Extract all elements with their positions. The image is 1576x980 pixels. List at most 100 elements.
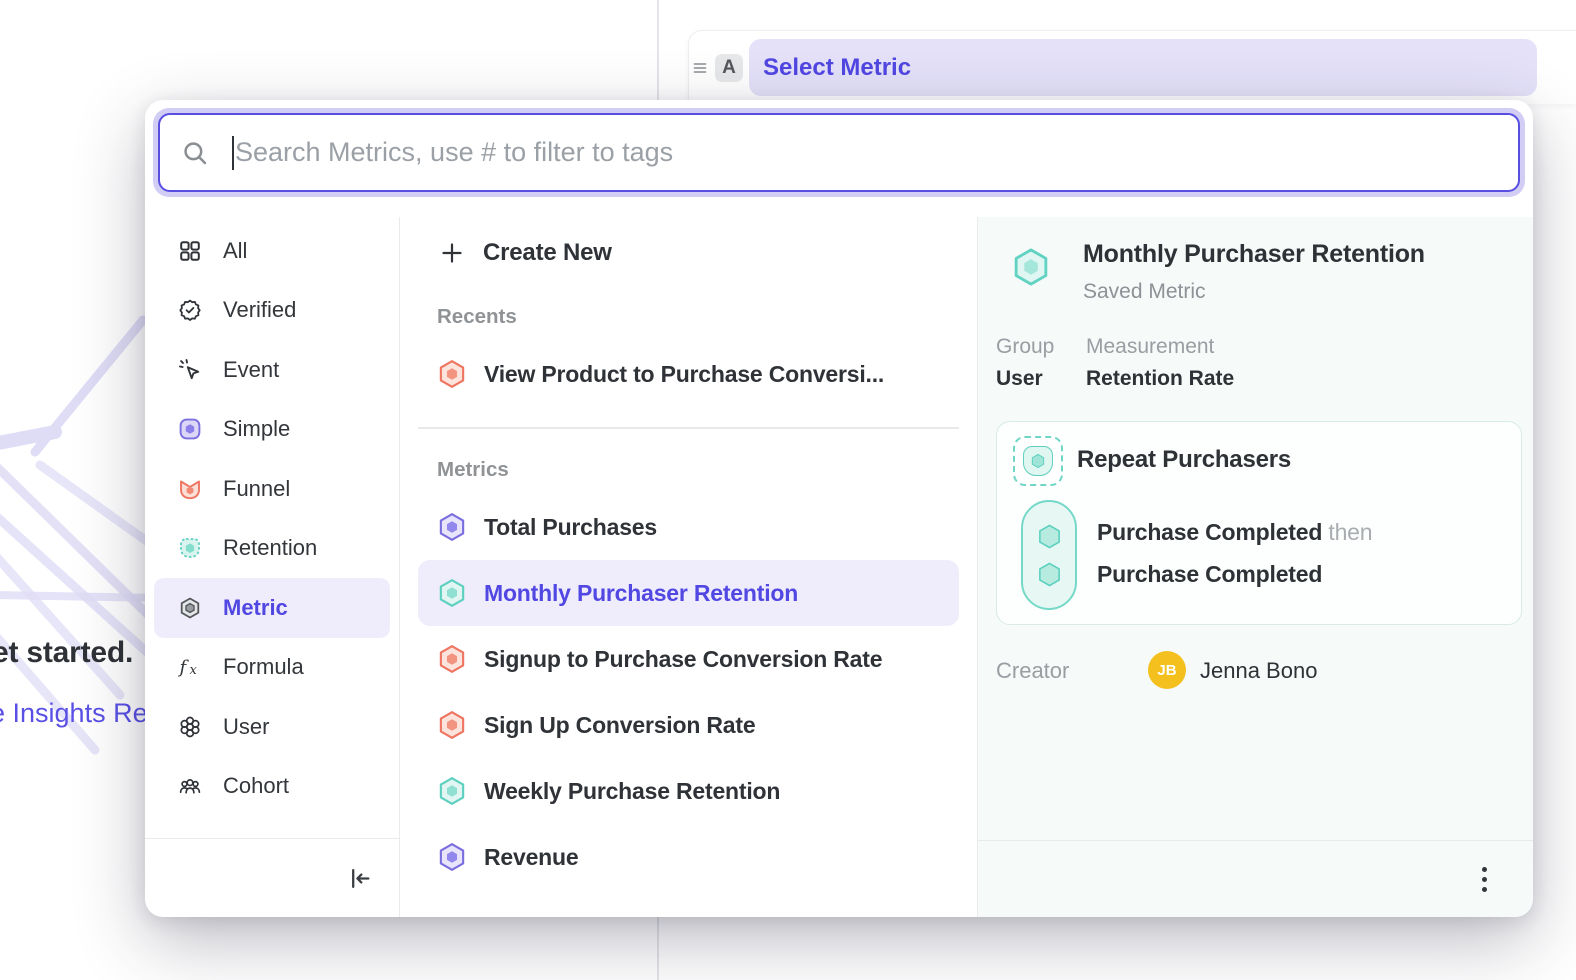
event-hexagon-icon [1036, 561, 1063, 588]
metric-hexagon-icon [437, 578, 467, 608]
sidebar-footer [145, 838, 399, 917]
metric-list-item-signup-to-purchase-conversion-rate[interactable]: Signup to Purchase Conversion Rate [418, 626, 959, 692]
step-connector: then [1328, 519, 1372, 545]
search-input[interactable] [235, 137, 1496, 168]
select-metric-button[interactable]: Select Metric [749, 39, 1537, 96]
modal-body: All Verified Event Simple Funnel Retenti… [145, 217, 1533, 917]
metric-list-item-weekly-purchase-retention[interactable]: Weekly Purchase Retention [418, 758, 959, 824]
text-cursor [232, 136, 234, 170]
metric-hexagon-icon [437, 710, 467, 740]
background-link-fragment[interactable]: e Insights Re [0, 698, 148, 729]
sidebar-item-all[interactable]: All [154, 221, 390, 281]
list-section-divider [418, 427, 959, 429]
funnel-icon [178, 477, 202, 501]
detail-title: Monthly Purchaser Retention [1083, 240, 1425, 269]
definition-step-2: Purchase Completed [1097, 561, 1322, 588]
metric-list-item-revenue[interactable]: Revenue [418, 824, 959, 890]
search-field[interactable] [158, 113, 1520, 192]
saved-behavior-icon [1013, 436, 1063, 486]
event-sequence-capsule [1021, 500, 1077, 610]
metric-hexagon-icon [437, 776, 467, 806]
sidebar-item-label: All [223, 238, 247, 264]
user-icon [178, 715, 202, 739]
sidebar-item-label: Retention [223, 535, 317, 561]
metric-item-label: Sign Up Conversion Rate [484, 712, 755, 739]
sidebar-item-cohort[interactable]: Cohort [154, 757, 390, 817]
detail-footer [978, 840, 1533, 917]
sidebar-item-simple[interactable]: Simple [154, 400, 390, 460]
sidebar-item-event[interactable]: Event [154, 340, 390, 400]
hexagon-icon [1030, 453, 1046, 469]
creator-name: Jenna Bono [1200, 658, 1317, 684]
series-a-badge: A [715, 54, 743, 82]
background-heading-fragment: et started. [0, 636, 133, 670]
category-sidebar: All Verified Event Simple Funnel Retenti… [145, 217, 400, 917]
metric-row-card: A Select Metric [688, 30, 1576, 104]
sidebar-item-user[interactable]: User [154, 697, 390, 757]
select-metric-label: Select Metric [763, 54, 911, 82]
collapse-left-icon[interactable] [348, 866, 373, 891]
sidebar-item-label: Formula [223, 654, 304, 680]
definition-card: Repeat Purchasers Purchase Completed the… [996, 421, 1522, 625]
cohort-icon [178, 774, 202, 798]
section-label-metrics: Metrics [437, 458, 977, 482]
grid-icon [178, 239, 202, 263]
sidebar-item-label: Funnel [223, 476, 290, 502]
sidebar-item-funnel[interactable]: Funnel [154, 459, 390, 519]
more-options-button[interactable] [1476, 861, 1493, 898]
create-new-button[interactable]: Create New [400, 230, 977, 276]
metric-list-item-sign-up-conversion-rate[interactable]: Sign Up Conversion Rate [418, 692, 959, 758]
definition-step-1: Purchase Completed then [1097, 519, 1372, 546]
creator-avatar: JB [1148, 651, 1186, 689]
sidebar-item-label: User [223, 714, 269, 740]
sidebar-item-label: Cohort [223, 773, 289, 799]
verified-icon [178, 298, 202, 322]
detail-subtitle: Saved Metric [1083, 280, 1206, 304]
metric-hexagon-icon [437, 842, 467, 872]
metric-picker-modal: All Verified Event Simple Funnel Retenti… [145, 100, 1533, 917]
metric-item-label: Signup to Purchase Conversion Rate [484, 646, 882, 673]
drag-handle-icon[interactable] [691, 59, 709, 77]
event-hexagon-icon [1036, 523, 1063, 550]
sidebar-item-verified[interactable]: Verified [154, 281, 390, 341]
metric-type-hexagon-icon [1011, 247, 1051, 287]
creator-label: Creator [996, 658, 1069, 684]
metric-item-label: Total Purchases [484, 514, 657, 541]
attribute-label-group: Group [996, 335, 1054, 359]
sidebar-item-formula[interactable]: Formula [154, 638, 390, 698]
category-list: All Verified Event Simple Funnel Retenti… [145, 217, 399, 816]
metric-hexagon-icon [437, 512, 467, 542]
metric-list-column: Create New Recents View Product to Purcha… [400, 217, 977, 917]
metric-list-item-total-purchases[interactable]: Total Purchases [418, 494, 959, 560]
metric-item-label: Weekly Purchase Retention [484, 778, 780, 805]
attribute-value-measurement: Retention Rate [1086, 367, 1234, 391]
section-label-recents: Recents [437, 305, 977, 329]
screen: et started. e Insights Re A Select Metri… [0, 0, 1576, 980]
metric-item-label: View Product to Purchase Conversi... [484, 361, 884, 388]
sidebar-item-label: Event [223, 357, 279, 383]
metric-list-item-view-product-to-purchase-conversi[interactable]: View Product to Purchase Conversi... [418, 341, 959, 407]
simple-icon [178, 417, 202, 441]
search-icon [182, 140, 208, 166]
sidebar-item-label: Verified [223, 297, 296, 323]
metric-item-label: Monthly Purchaser Retention [484, 580, 798, 607]
plus-icon [440, 241, 464, 265]
retention-shape-icon [1023, 446, 1053, 476]
sidebar-item-metric[interactable]: Metric [154, 578, 390, 638]
metric-icon [178, 596, 202, 620]
metric-item-label: Revenue [484, 844, 578, 871]
metric-hexagon-icon [437, 644, 467, 674]
formula-icon [178, 655, 202, 679]
metric-list-sections: Recents View Product to Purchase Conversi… [400, 305, 977, 890]
search-focus-ring [153, 108, 1525, 197]
attribute-label-measurement: Measurement [1086, 335, 1214, 359]
metric-hexagon-icon [437, 359, 467, 389]
retention-icon [178, 536, 202, 560]
sidebar-item-label: Metric [223, 595, 288, 621]
create-new-label: Create New [483, 239, 612, 267]
sidebar-item-retention[interactable]: Retention [154, 519, 390, 579]
sidebar-item-label: Simple [223, 416, 290, 442]
metric-list-item-monthly-purchaser-retention[interactable]: Monthly Purchaser Retention [418, 560, 959, 626]
attribute-value-group: User [996, 367, 1043, 391]
event-icon [178, 358, 202, 382]
